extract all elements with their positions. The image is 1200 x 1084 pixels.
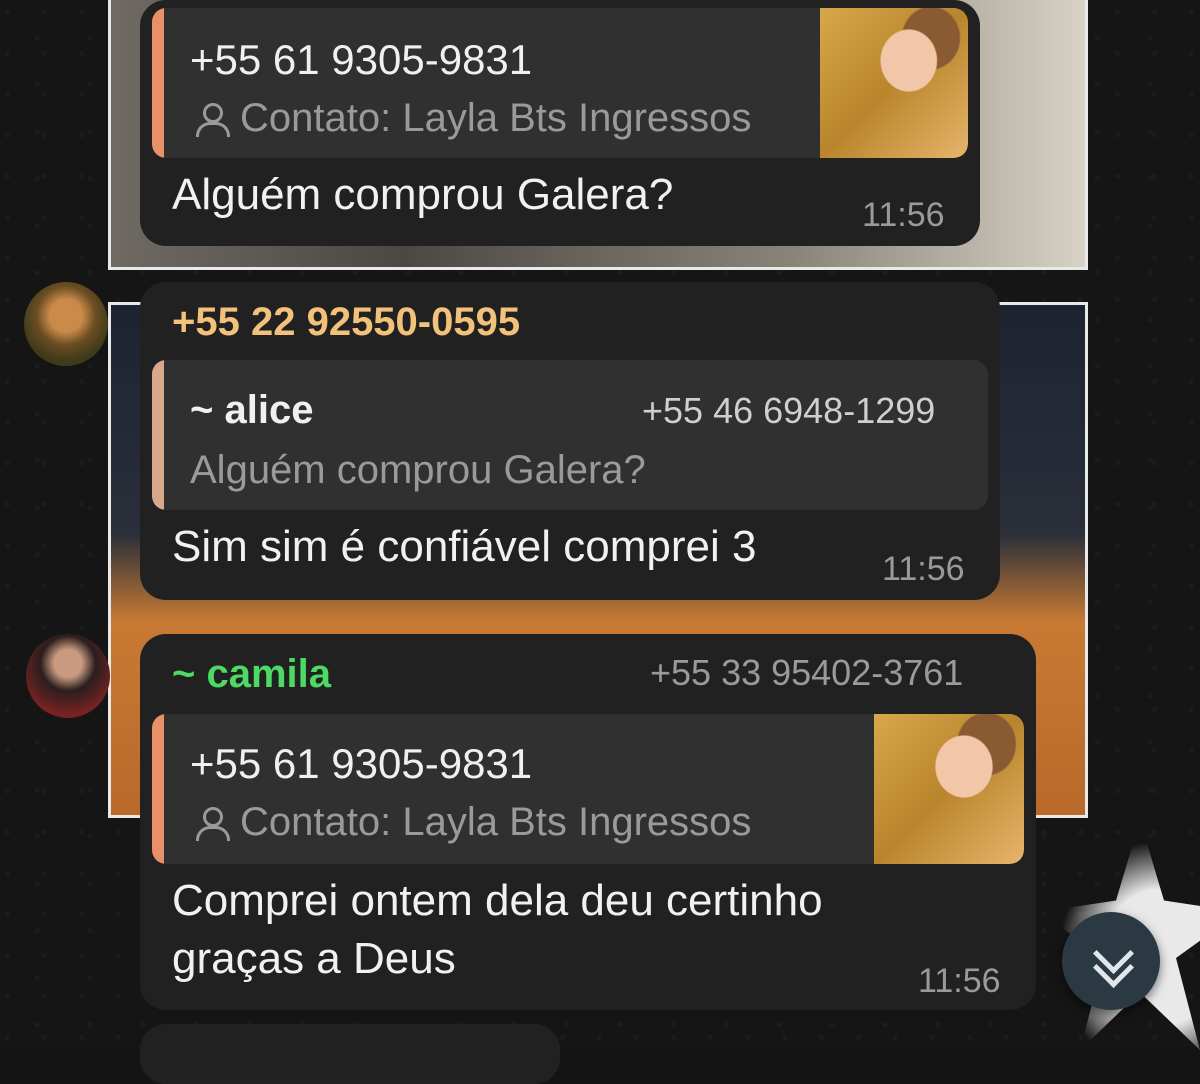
contact-label: Contato: Layla Bts Ingressos — [240, 800, 752, 844]
reply-author-name: ~ alice — [190, 388, 314, 432]
reply-quote[interactable]: ~ alice +55 46 6948-1299 Alguém comprou … — [152, 360, 988, 510]
message-text-line: graças a Deus — [172, 934, 456, 983]
contact-photo-thumbnail[interactable] — [820, 8, 968, 158]
reply-author-phone: +55 46 6948-1299 — [642, 390, 936, 431]
person-icon — [194, 806, 230, 841]
message-time: 11:56 — [862, 196, 945, 234]
scroll-to-bottom-button[interactable] — [1062, 912, 1160, 1010]
sender-phone: +55 33 95402-3761 — [650, 652, 964, 693]
double-chevron-down-icon — [1091, 932, 1135, 989]
message-time: 11:56 — [918, 962, 1001, 1000]
message-bubble[interactable] — [140, 1024, 560, 1084]
message-time: 11:56 — [882, 550, 965, 588]
contact-accent-bar — [152, 8, 164, 158]
shared-contact-card[interactable]: +55 61 9305-9831 Contato: Layla Bts Ingr… — [152, 8, 968, 158]
contact-phone: +55 61 9305-9831 — [190, 36, 533, 83]
person-icon — [194, 102, 230, 137]
message-text: Sim sim é confiável comprei 3 — [172, 522, 757, 571]
message-text-line: Comprei ontem dela deu certinho — [172, 876, 823, 925]
message-bubble[interactable]: +55 22 92550-0595 ~ alice +55 46 6948-12… — [140, 282, 1000, 600]
contact-label-row: Contato: Layla Bts Ingressos — [194, 800, 751, 845]
message-bubble[interactable]: +55 61 9305-9831 Contato: Layla Bts Ingr… — [140, 0, 980, 246]
contact-accent-bar — [152, 714, 164, 864]
contact-label-row: Contato: Layla Bts Ingressos — [194, 96, 751, 141]
message-bubble[interactable]: ~ camila +55 33 95402-3761 +55 61 9305-9… — [140, 634, 1036, 1010]
message-text: Alguém comprou Galera? — [172, 170, 674, 219]
sender-name[interactable]: +55 22 92550-0595 — [172, 300, 520, 345]
shared-contact-card[interactable]: +55 61 9305-9831 Contato: Layla Bts Ingr… — [152, 714, 1024, 864]
contact-phone: +55 61 9305-9831 — [190, 740, 533, 787]
avatar[interactable] — [26, 634, 110, 718]
avatar[interactable] — [24, 282, 108, 366]
contact-photo-thumbnail[interactable] — [874, 714, 1024, 864]
reply-text: Alguém comprou Galera? — [190, 448, 646, 492]
contact-label: Contato: Layla Bts Ingressos — [240, 96, 752, 140]
reply-accent-bar — [152, 360, 164, 510]
sender-name[interactable]: ~ camila — [172, 652, 331, 697]
